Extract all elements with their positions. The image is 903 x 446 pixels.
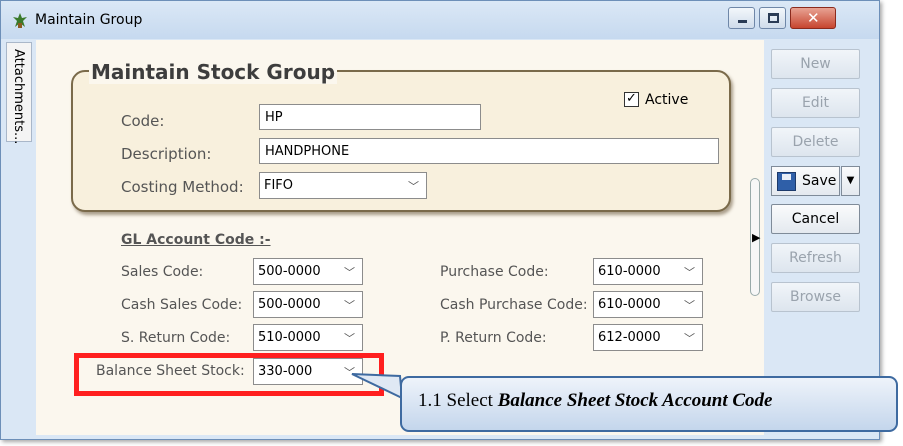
cash-purchase-code-value: 610-0000: [598, 297, 661, 312]
save-dropdown-button[interactable]: ▼: [841, 166, 860, 196]
chevron-down-icon: ﹀: [684, 299, 695, 312]
chevron-down-icon: ﹀: [344, 299, 355, 312]
minimize-button[interactable]: [728, 7, 755, 29]
purchase-code-label: Purchase Code:: [440, 264, 549, 280]
attachments-tab-label: Attachments...: [11, 49, 26, 145]
save-label: Save: [802, 173, 837, 189]
cash-purchase-code-select[interactable]: 610-0000 ﹀: [593, 291, 703, 318]
chevron-down-icon: ﹀: [344, 332, 355, 345]
p-return-code-select[interactable]: 612-0000 ﹀: [593, 324, 703, 351]
close-icon: ✕: [807, 9, 820, 27]
gl-account-heading: GL Account Code :-: [121, 232, 271, 248]
minimize-icon: [738, 20, 747, 23]
cash-sales-code-select[interactable]: 500-0000 ﹀: [253, 291, 363, 318]
active-label: Active: [645, 92, 689, 108]
costing-method-label: Costing Method:: [121, 178, 244, 196]
chevron-down-icon: ﹀: [344, 266, 355, 279]
chevron-down-icon: ﹀: [684, 332, 695, 345]
delete-button[interactable]: Delete: [771, 127, 860, 157]
refresh-button[interactable]: Refresh: [771, 243, 860, 273]
browse-button[interactable]: Browse: [771, 282, 860, 312]
sales-code-value: 500-0000: [258, 264, 321, 279]
cash-sales-code-label: Cash Sales Code:: [121, 297, 243, 313]
code-label: Code:: [121, 112, 165, 130]
caret-down-icon: ▼: [846, 175, 855, 186]
close-button[interactable]: ✕: [790, 7, 836, 29]
new-button[interactable]: New: [771, 49, 860, 79]
costing-method-value: FIFO: [264, 178, 294, 193]
app-icon: [13, 13, 27, 28]
expand-arrow-icon[interactable]: ▶: [752, 231, 760, 244]
callout-emphasis: Balance Sheet Stock Account Code: [497, 390, 773, 411]
s-return-code-label: S. Return Code:: [121, 330, 231, 346]
maximize-button[interactable]: [759, 7, 786, 29]
title-bar: Maintain Group ✕: [1, 1, 879, 39]
purchase-code-select[interactable]: 610-0000 ﹀: [593, 258, 703, 285]
s-return-code-value: 510-0000: [258, 330, 321, 345]
highlight-box: [74, 353, 384, 396]
maximize-icon: [768, 13, 779, 23]
save-disk-icon: [777, 172, 796, 191]
s-return-code-select[interactable]: 510-0000 ﹀: [253, 324, 363, 351]
callout-text: 1.1 Select Balance Sheet Stock Account C…: [418, 390, 772, 412]
sales-code-label: Sales Code:: [121, 264, 204, 280]
edit-button[interactable]: Edit: [771, 88, 860, 118]
purchase-code-value: 610-0000: [598, 264, 661, 279]
checkmark-icon: ✓: [626, 91, 637, 106]
chevron-down-icon: ﹀: [408, 180, 419, 193]
description-input[interactable]: HANDPHONE: [259, 138, 719, 164]
code-input[interactable]: HP: [259, 104, 481, 130]
p-return-code-value: 612-0000: [598, 330, 661, 345]
description-label: Description:: [121, 145, 212, 163]
cash-purchase-code-label: Cash Purchase Code:: [440, 297, 588, 313]
cash-sales-code-value: 500-0000: [258, 297, 321, 312]
group-box-title: Maintain Stock Group: [89, 60, 338, 84]
callout-prefix: 1.1 Select: [418, 390, 498, 411]
p-return-code-label: P. Return Code:: [440, 330, 547, 346]
save-button[interactable]: Save: [771, 166, 840, 196]
active-checkbox[interactable]: ✓: [624, 92, 639, 107]
cancel-button[interactable]: Cancel: [771, 204, 860, 234]
costing-method-select[interactable]: FIFO ﹀: [259, 172, 427, 199]
window-title: Maintain Group: [35, 12, 143, 28]
attachments-tab[interactable]: Attachments...: [6, 42, 32, 145]
chevron-down-icon: ﹀: [684, 266, 695, 279]
sales-code-select[interactable]: 500-0000 ﹀: [253, 258, 363, 285]
